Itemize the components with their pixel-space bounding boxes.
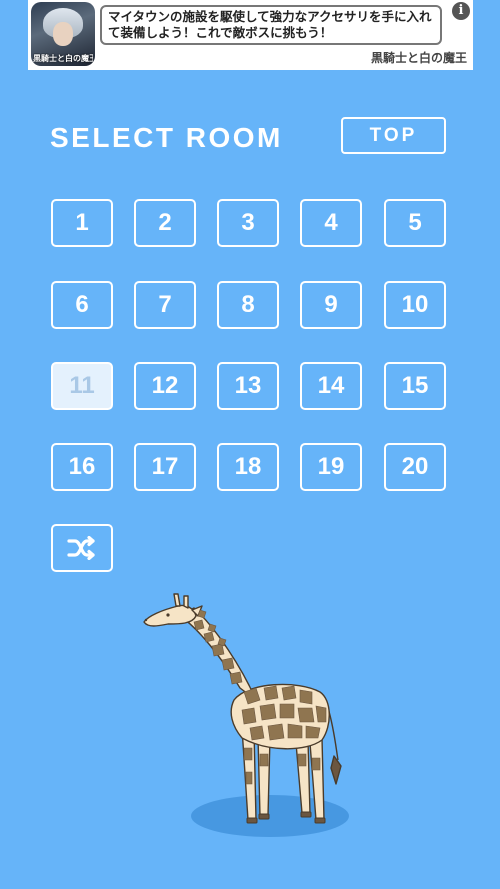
room-button-18[interactable]: 18 xyxy=(217,443,279,491)
room-grid: 1 2 3 4 5 6 7 8 9 10 11 12 13 14 15 16 1… xyxy=(0,0,500,600)
ad-thumbnail[interactable]: 黒騎士と白の魔王 xyxy=(31,2,95,66)
room-button-15[interactable]: 15 xyxy=(384,362,446,410)
room-button-1[interactable]: 1 xyxy=(51,199,113,247)
room-button-4[interactable]: 4 xyxy=(300,199,362,247)
room-button-19[interactable]: 19 xyxy=(300,443,362,491)
room-button-11[interactable]: 11 xyxy=(51,362,113,410)
info-icon[interactable]: i xyxy=(452,2,470,20)
shuffle-button[interactable] xyxy=(51,524,113,572)
room-button-13[interactable]: 13 xyxy=(217,362,279,410)
room-button-10[interactable]: 10 xyxy=(384,281,446,329)
room-button-17[interactable]: 17 xyxy=(134,443,196,491)
room-button-9[interactable]: 9 xyxy=(300,281,362,329)
ad-app-name[interactable]: 黒騎士と白の魔王 xyxy=(371,49,467,66)
shuffle-icon xyxy=(67,536,95,560)
room-button-12[interactable]: 12 xyxy=(134,362,196,410)
room-button-14[interactable]: 14 xyxy=(300,362,362,410)
giraffe-illustration xyxy=(143,593,342,824)
ad-thumbnail-face xyxy=(53,22,73,46)
room-button-7[interactable]: 7 xyxy=(134,281,196,329)
room-button-20[interactable]: 20 xyxy=(384,443,446,491)
ad-thumbnail-label: 黒騎士と白の魔王 xyxy=(33,54,93,63)
room-button-16[interactable]: 16 xyxy=(51,443,113,491)
room-button-6[interactable]: 6 xyxy=(51,281,113,329)
room-button-5[interactable]: 5 xyxy=(384,199,446,247)
room-button-2[interactable]: 2 xyxy=(134,199,196,247)
ad-banner[interactable]: 黒騎士と白の魔王 マイタウンの施設を駆使して強力なアクセサリを手に入れて装備しよ… xyxy=(28,0,473,70)
room-button-3[interactable]: 3 xyxy=(217,199,279,247)
ad-text[interactable]: マイタウンの施設を駆使して強力なアクセサリを手に入れて装備しよう！これで敵ボスに… xyxy=(100,5,442,45)
top-button[interactable]: TOP xyxy=(341,117,446,154)
room-button-8[interactable]: 8 xyxy=(217,281,279,329)
page-title: SELECT ROOM xyxy=(50,122,283,153)
